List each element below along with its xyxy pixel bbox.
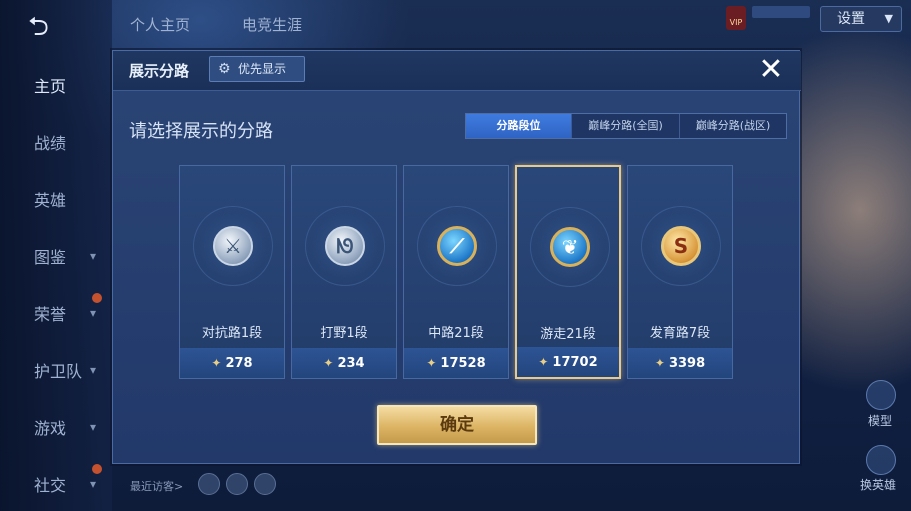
nav-item[interactable]: 战绩 xyxy=(0,122,112,162)
tab-personal-home[interactable]: 个人主页 xyxy=(130,14,190,35)
visitor-avatar[interactable] xyxy=(226,473,248,495)
nav-item[interactable]: 游戏 ▾ xyxy=(0,407,112,447)
nav-item-label: 图鉴 xyxy=(34,248,67,267)
tab-peak-lane-national[interactable]: 巅峰分路(全国) xyxy=(572,114,680,138)
nav-item-label: 荣誉 xyxy=(34,305,67,324)
change-hero-label: 换英雄 xyxy=(860,478,897,492)
change-hero-icon[interactable] xyxy=(866,445,896,475)
score-icon: ✦ xyxy=(426,356,437,370)
score-value: 3398 xyxy=(668,355,706,371)
model-label: 模型 xyxy=(868,414,893,428)
wings-emblem-icon: ❦ xyxy=(550,227,590,267)
score-icon: ✦ xyxy=(323,356,334,370)
lane-display-modal: 展示分路 ⚙ 优先显示 ✕ 请选择展示的分路 分路段位 巅峰分路(全国) 巅峰分… xyxy=(112,50,801,464)
notification-dot-icon xyxy=(92,464,102,474)
lane-label: 中路21段 xyxy=(428,326,484,341)
score-icon: ✦ xyxy=(538,355,549,369)
priority-display-button[interactable]: ⚙ 优先显示 xyxy=(209,56,305,82)
score-bar: ✦ 17702 xyxy=(517,347,619,377)
nav-item-label: 英雄 xyxy=(34,191,67,210)
lane-card[interactable]: ᘚ 打野1段 ✦ 234 xyxy=(291,165,397,379)
nav-item-label: 护卫队 xyxy=(34,362,83,381)
staff-emblem-icon: ⟋ xyxy=(437,226,477,266)
settings-button[interactable]: 设置 ▼ xyxy=(820,6,902,32)
lane-card[interactable]: ⚔ 对抗路1段 ✦ 278 xyxy=(179,165,285,379)
tab-lane-rank[interactable]: 分路段位 xyxy=(466,114,572,138)
lane-card[interactable]: ⟋ 中路21段 ✦ 17528 xyxy=(403,165,509,379)
lane-label: 游走21段 xyxy=(540,327,596,342)
tab-peak-lane-region[interactable]: 巅峰分路(战区) xyxy=(680,114,786,138)
modal-subtitle: 请选择展示的分路 xyxy=(129,121,273,142)
chevron-down-icon: ▾ xyxy=(90,306,97,320)
lane-cards: ⚔ 对抗路1段 ✦ 278 ᘚ 打野1段 ✦ 234 ⟋ 中路21段 ✦ 17528 ❦ 游走21段 ✦ 17… xyxy=(179,165,739,379)
lane-label: 对抗路1段 xyxy=(201,326,263,341)
left-nav: ⮌ 主页战绩英雄图鉴 ▾ 荣誉 ▾ 护卫队 ▾ 游戏 ▾ 社交 ▾ xyxy=(0,0,112,511)
bow-emblem-icon: S xyxy=(661,226,701,266)
back-arrow-icon[interactable]: ⮌ xyxy=(28,14,74,40)
score-bar: ✦ 278 xyxy=(180,348,284,378)
score-icon: ✦ xyxy=(654,356,665,370)
priority-display-label: 优先显示 xyxy=(238,62,287,76)
nav-item-label: 主页 xyxy=(34,77,67,96)
confirm-button[interactable]: 确定 xyxy=(377,405,537,445)
tab-esports-career[interactable]: 电竞生涯 xyxy=(242,14,302,35)
lane-label: 打野1段 xyxy=(320,326,368,341)
modal-header: 展示分路 ⚙ 优先显示 ✕ xyxy=(113,51,801,91)
lane-card[interactable]: ❦ 游走21段 ✦ 17702 xyxy=(515,165,621,379)
nav-item[interactable]: 英雄 xyxy=(0,179,112,219)
chevron-down-icon: ▾ xyxy=(90,249,97,263)
model-icon[interactable] xyxy=(866,380,896,410)
chevron-down-icon: ▾ xyxy=(90,420,97,434)
score-bar: ✦ 234 xyxy=(292,348,396,378)
lane-label: 发育路7段 xyxy=(649,326,711,341)
nav-item-label: 战绩 xyxy=(34,134,67,153)
chevron-down-icon: ▾ xyxy=(90,363,97,377)
notification-dot-icon xyxy=(92,293,102,303)
lane-type-tabs: 分路段位 巅峰分路(全国) 巅峰分路(战区) xyxy=(465,113,787,139)
score-bar: ✦ 3398 xyxy=(628,348,732,378)
recent-visitors-link[interactable]: 最近访客> xyxy=(130,478,183,494)
nav-item[interactable]: 主页 xyxy=(0,65,112,105)
nav-item[interactable]: 社交 ▾ xyxy=(0,464,112,504)
nav-item[interactable]: 图鉴 ▾ xyxy=(0,236,112,276)
score-value: 17702 xyxy=(552,354,598,370)
score-bar: ✦ 17528 xyxy=(404,348,508,378)
score-value: 234 xyxy=(337,355,365,371)
chevron-down-icon: ▾ xyxy=(90,477,97,491)
gear-icon: ⚙ xyxy=(218,61,231,77)
score-value: 17528 xyxy=(440,355,486,371)
nav-item-label: 游戏 xyxy=(34,419,67,438)
visitor-avatar[interactable] xyxy=(254,473,276,495)
score-icon: ✦ xyxy=(211,356,222,370)
lane-card[interactable]: S 发育路7段 ✦ 3398 xyxy=(627,165,733,379)
vip-badge-icon: VIP xyxy=(726,6,746,30)
chevron-down-icon: ▼ xyxy=(884,12,893,25)
settings-label: 设置 xyxy=(837,11,865,27)
nav-item[interactable]: 荣誉 ▾ xyxy=(0,293,112,333)
sword-emblem-icon: ⚔ xyxy=(213,226,253,266)
nav-item-label: 社交 xyxy=(34,476,67,495)
score-value: 278 xyxy=(225,355,253,371)
close-icon[interactable]: ✕ xyxy=(753,54,789,88)
nav-item[interactable]: 护卫队 ▾ xyxy=(0,350,112,390)
modal-title: 展示分路 xyxy=(129,62,190,80)
vip-level-bar xyxy=(752,6,810,18)
dragon-emblem-icon: ᘚ xyxy=(325,226,365,266)
visitor-avatar[interactable] xyxy=(198,473,220,495)
